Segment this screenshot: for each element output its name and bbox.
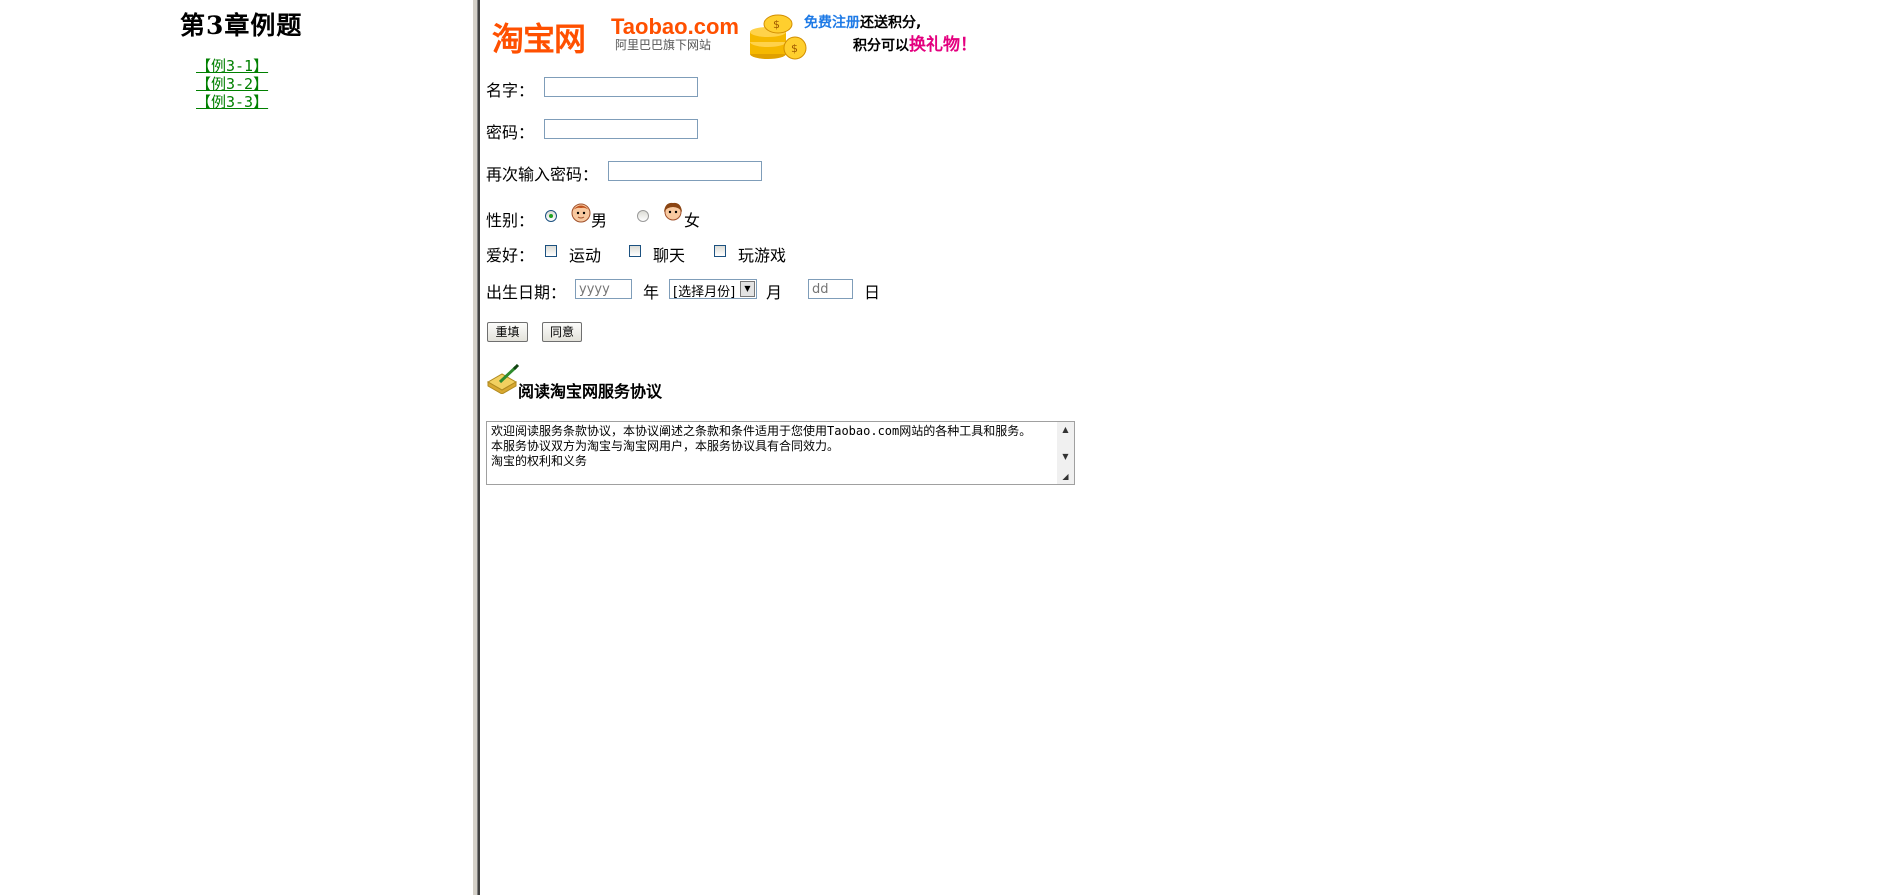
reset-button[interactable]: 重填 (487, 322, 528, 342)
hobby-sports-checkbox[interactable] (545, 245, 557, 257)
example-link-3-1[interactable]: 【例3-1】 (196, 57, 268, 75)
promo-line-1: 免费注册还送积分, (804, 12, 921, 32)
gender-male-radio[interactable] (545, 210, 557, 222)
boy-avatar-icon (571, 203, 591, 223)
gender-female-radio[interactable] (637, 210, 649, 222)
birth-month-select[interactable]: [选择月份] ▼ (669, 279, 757, 300)
hobby-games-checkbox[interactable] (714, 245, 726, 257)
gold-coins-icon: $ $ (750, 14, 807, 60)
promo-gift-text: 换礼物！ (909, 35, 977, 55)
gender-label: 性别： (486, 211, 535, 230)
hobby-games-label: 玩游戏 (738, 246, 787, 265)
resize-grip-icon[interactable]: ◢ (1059, 470, 1072, 483)
month-unit-label: 月 (766, 283, 783, 302)
hobby-chat-label: 聊天 (653, 246, 686, 265)
taobao-logo-subtitle: 阿里巴巴旗下网站 (615, 38, 712, 52)
example-link-3-3[interactable]: 【例3-3】 (196, 93, 268, 111)
confirm-password-input[interactable] (608, 161, 762, 181)
name-input[interactable] (544, 77, 698, 97)
scroll-up-icon[interactable]: ▲ (1059, 423, 1072, 436)
example-link-3-2[interactable]: 【例3-2】 (196, 75, 268, 93)
promo-points-text: 积分可以 (853, 38, 909, 54)
agreement-heading: 阅读淘宝网服务协议 (518, 382, 663, 401)
promo-line-2: 积分可以换礼物！ (853, 30, 977, 55)
hobby-chat-checkbox[interactable] (629, 245, 641, 257)
birth-date-label: 出生日期： (486, 283, 567, 302)
promo-bonus-text: 还送积分, (860, 15, 922, 31)
svg-text:$: $ (773, 18, 780, 31)
agreement-textarea[interactable]: 欢迎阅读服务条款协议，本协议阐述之条款和条件适用于您使用Taobao.com网站… (486, 421, 1075, 485)
free-register-link[interactable]: 免费注册 (804, 15, 860, 31)
gender-female-label: 女 (684, 211, 701, 230)
taobao-logo-cn: 淘宝网 (492, 20, 586, 58)
agreement-pen-icon (486, 364, 520, 394)
example-link-list: 【例3-1】 【例3-2】 【例3-3】 (196, 57, 268, 111)
scroll-down-icon[interactable]: ▼ (1059, 450, 1072, 463)
svg-text:$: $ (791, 42, 798, 55)
girl-avatar-icon (664, 202, 682, 221)
hobby-label: 爱好： (486, 246, 535, 265)
gender-male-label: 男 (591, 211, 608, 230)
day-unit-label: 日 (864, 283, 881, 302)
chevron-down-icon[interactable]: ▼ (740, 281, 755, 297)
password-input[interactable] (544, 119, 698, 139)
birth-year-input[interactable] (575, 279, 632, 299)
left-frame: 第3章例题 【例3-1】 【例3-2】 【例3-3】 (0, 0, 472, 895)
chapter-title: 第3章例题 (180, 11, 303, 40)
agree-button[interactable]: 同意 (542, 322, 582, 342)
agreement-scrollbar[interactable]: ▲ ▼ ◢ (1057, 422, 1074, 484)
hobby-sports-label: 运动 (569, 246, 602, 265)
name-label: 名字： (486, 81, 535, 100)
password-label: 密码： (486, 123, 535, 142)
year-unit-label: 年 (643, 283, 660, 302)
birth-day-input[interactable] (808, 279, 853, 299)
birth-month-value: [选择月份] (673, 285, 736, 300)
taobao-banner: 淘宝网 Taobao.com 阿里巴巴旗下网站 $ $ 免费注册还送积分, 积分… (486, 12, 986, 60)
agreement-text: 欢迎阅读服务条款协议，本协议阐述之条款和条件适用于您使用Taobao.com网站… (491, 424, 1032, 468)
confirm-password-label: 再次输入密码： (486, 165, 599, 184)
